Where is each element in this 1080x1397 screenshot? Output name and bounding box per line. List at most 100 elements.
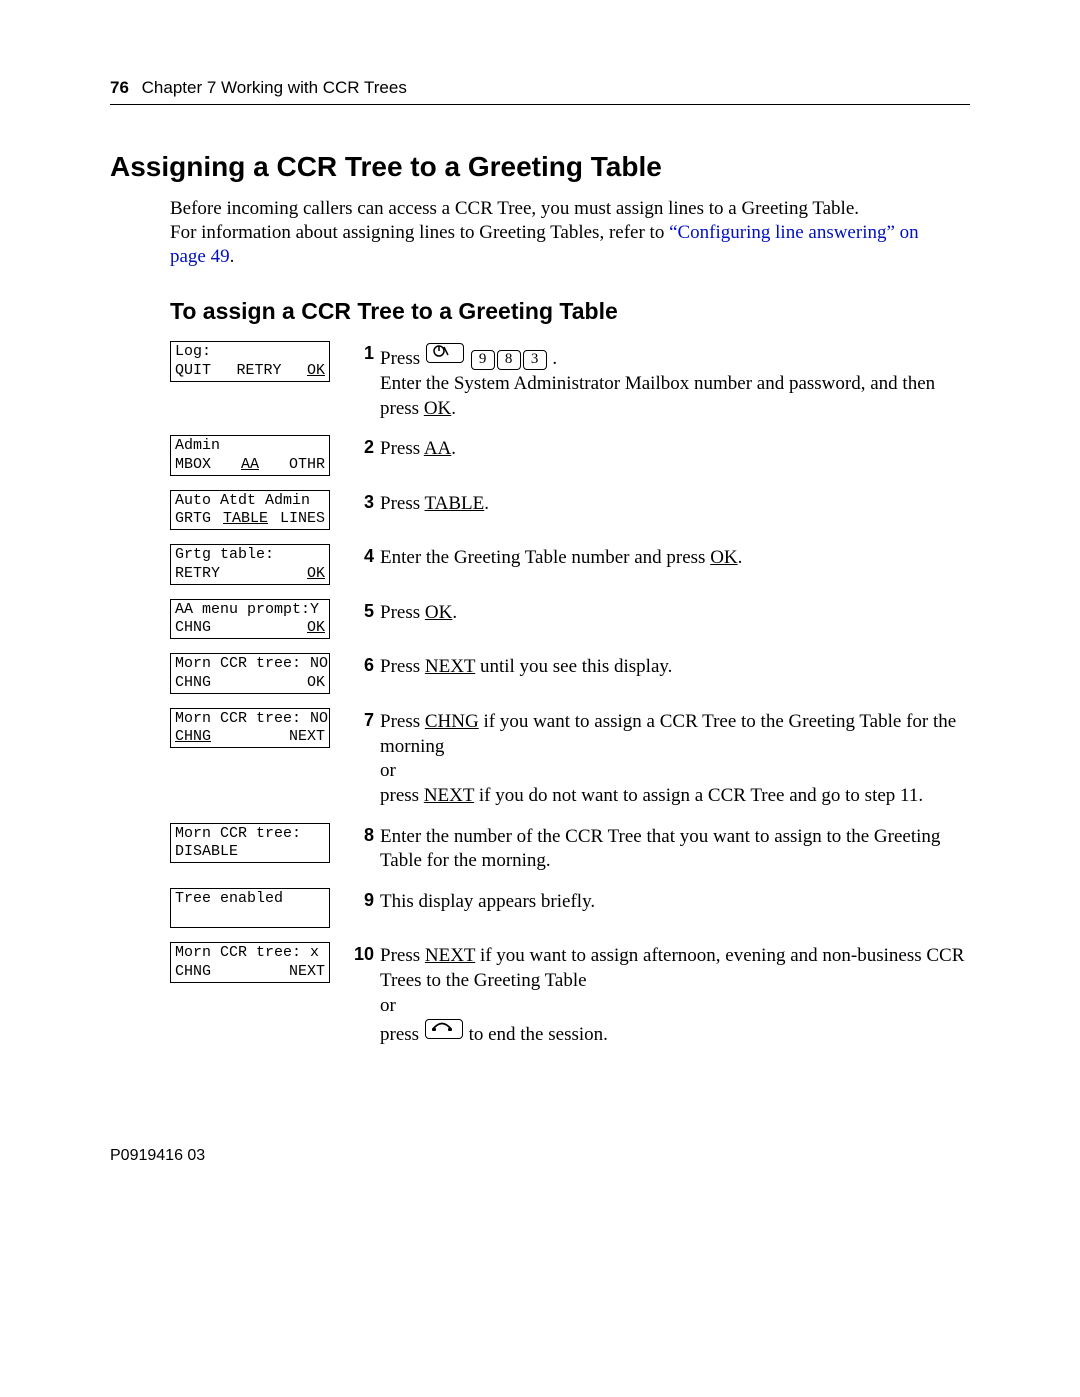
softkey-2: RETRY xyxy=(236,362,281,379)
lcd-softkeys: DISABLE xyxy=(175,843,325,860)
feature-key-icon xyxy=(426,343,464,363)
softkey-3: OK xyxy=(307,565,325,582)
step-text: Press AA. xyxy=(380,435,970,462)
softkey-ref: OK xyxy=(425,602,452,623)
step-text: Enter the Greeting Table number and pres… xyxy=(380,544,970,571)
cross-ref-link[interactable]: “Configuring line answering” on xyxy=(669,222,919,243)
lcd-display: Tree enabled xyxy=(170,888,330,929)
text: to end the session. xyxy=(464,1024,608,1045)
intro-paragraph: Before incoming callers can access a CCR… xyxy=(170,197,970,268)
text: Press xyxy=(380,656,425,677)
step-number: 4 xyxy=(340,544,380,567)
step-text: Press CHNG if you want to assign a CCR T… xyxy=(380,708,970,809)
text: or xyxy=(380,995,396,1016)
lcd-softkeys: RETRY OK xyxy=(175,565,325,582)
softkey-ref: OK xyxy=(424,398,451,419)
heading-1: Assigning a CCR Tree to a Greeting Table xyxy=(110,151,970,183)
lcd-line-1: Grtg table: xyxy=(175,546,325,563)
lcd-display: Admin MBOX AA OTHR xyxy=(170,435,330,476)
softkey-3: NEXT xyxy=(289,728,325,745)
text: until you see this display. xyxy=(475,656,672,677)
lcd-line-1: Admin xyxy=(175,437,325,454)
lcd-display: Auto Atdt Admin GRTG TABLE LINES xyxy=(170,490,330,531)
lcd-display: Morn CCR tree: NO CHNG OK xyxy=(170,653,330,694)
lcd-softkeys: CHNG NEXT xyxy=(175,728,325,745)
step-number: 1 xyxy=(340,341,380,364)
heading-2: To assign a CCR Tree to a Greeting Table xyxy=(170,298,970,325)
page: 76 Chapter 7 Working with CCR Trees Assi… xyxy=(0,0,1080,1397)
step-text: Press 983 . Enter the System Administrat… xyxy=(380,341,970,421)
step-text: Press NEXT until you see this display. xyxy=(380,653,970,680)
softkey-1: CHNG xyxy=(175,963,211,980)
intro-text-2: For information about assigning lines to… xyxy=(170,222,669,243)
softkey-3: OK xyxy=(307,362,325,379)
step-text: Press NEXT if you want to assign afterno… xyxy=(380,942,970,1047)
softkey-1: DISABLE xyxy=(175,843,238,860)
lcd-softkeys xyxy=(175,908,325,925)
lcd-softkeys: MBOX AA OTHR xyxy=(175,456,325,473)
step-text: This display appears briefly. xyxy=(380,888,970,915)
step-number: 7 xyxy=(340,708,380,731)
lcd-line-1: Morn CCR tree: xyxy=(175,825,325,842)
step-number: 5 xyxy=(340,599,380,622)
softkey-2: AA xyxy=(241,456,259,473)
text: Press xyxy=(380,348,425,369)
step-row: Morn CCR tree: DISABLE 8 Enter the numbe… xyxy=(170,823,970,874)
softkey-ref: NEXT xyxy=(425,945,475,966)
text: Enter the System Administrator Mailbox n… xyxy=(380,373,935,419)
text: . xyxy=(451,398,456,419)
softkey-ref: NEXT xyxy=(424,785,474,806)
step-number: 3 xyxy=(340,490,380,513)
softkey-3: NEXT xyxy=(289,963,325,980)
step-row: Morn CCR tree: NO CHNG OK 6 Press NEXT u… xyxy=(170,653,970,694)
cross-ref-link-2[interactable]: page 49 xyxy=(170,246,230,267)
lcd-softkeys: GRTG TABLE LINES xyxy=(175,510,325,527)
step-row: Tree enabled 9 This display appears brie… xyxy=(170,888,970,929)
step-number: 2 xyxy=(340,435,380,458)
lcd-display: Morn CCR tree: DISABLE xyxy=(170,823,330,864)
softkey-1: MBOX xyxy=(175,456,211,473)
lcd-display: Morn CCR tree: x CHNG NEXT xyxy=(170,942,330,983)
lcd-line-1: Morn CCR tree: NO xyxy=(175,710,325,727)
chapter-title: Chapter 7 Working with CCR Trees xyxy=(142,78,407,97)
text: . xyxy=(452,602,457,623)
step-row: Auto Atdt Admin GRTG TABLE LINES 3 Press… xyxy=(170,490,970,531)
text: Press xyxy=(380,493,425,514)
softkey-ref: AA xyxy=(424,438,451,459)
digit-key: 9 xyxy=(471,350,495,370)
step-row: Log: QUIT RETRY OK 1 Press 983 . Enter t… xyxy=(170,341,970,421)
softkey-1: CHNG xyxy=(175,619,211,636)
text: Press xyxy=(380,602,425,623)
text: Press xyxy=(380,711,425,732)
softkey-1: CHNG xyxy=(175,674,211,691)
lcd-softkeys: CHNG NEXT xyxy=(175,963,325,980)
softkey-3: LINES xyxy=(280,510,325,527)
softkey-2: TABLE xyxy=(223,510,268,527)
text: . xyxy=(484,493,489,514)
softkey-1: GRTG xyxy=(175,510,211,527)
lcd-display: Log: QUIT RETRY OK xyxy=(170,341,330,382)
step-number: 8 xyxy=(340,823,380,846)
step-row: Grtg table: RETRY OK 4 Enter the Greetin… xyxy=(170,544,970,585)
lcd-display: Morn CCR tree: NO CHNG NEXT xyxy=(170,708,330,749)
text: if you do not want to assign a CCR Tree … xyxy=(474,785,923,806)
step-number: 6 xyxy=(340,653,380,676)
page-number: 76 xyxy=(110,78,129,97)
softkey-1: QUIT xyxy=(175,362,211,379)
digit-key: 8 xyxy=(497,350,521,370)
intro-period: . xyxy=(230,246,235,267)
document-id: P0919416 03 xyxy=(110,1147,205,1165)
lcd-display: Grtg table: RETRY OK xyxy=(170,544,330,585)
step-number: 9 xyxy=(340,888,380,911)
step-row: Morn CCR tree: x CHNG NEXT 10 Press NEXT… xyxy=(170,942,970,1047)
text: . xyxy=(451,438,456,459)
lcd-line-1: Auto Atdt Admin xyxy=(175,492,325,509)
softkey-ref: CHNG xyxy=(425,711,479,732)
text: Press xyxy=(380,438,424,459)
lcd-line-1: AA menu prompt:Y xyxy=(175,601,325,618)
lcd-line-1: Morn CCR tree: x xyxy=(175,944,325,961)
step-row: Admin MBOX AA OTHR 2 Press AA. xyxy=(170,435,970,476)
softkey-1 xyxy=(175,908,184,925)
softkey-ref: OK xyxy=(710,547,737,568)
text: press xyxy=(380,1024,424,1045)
